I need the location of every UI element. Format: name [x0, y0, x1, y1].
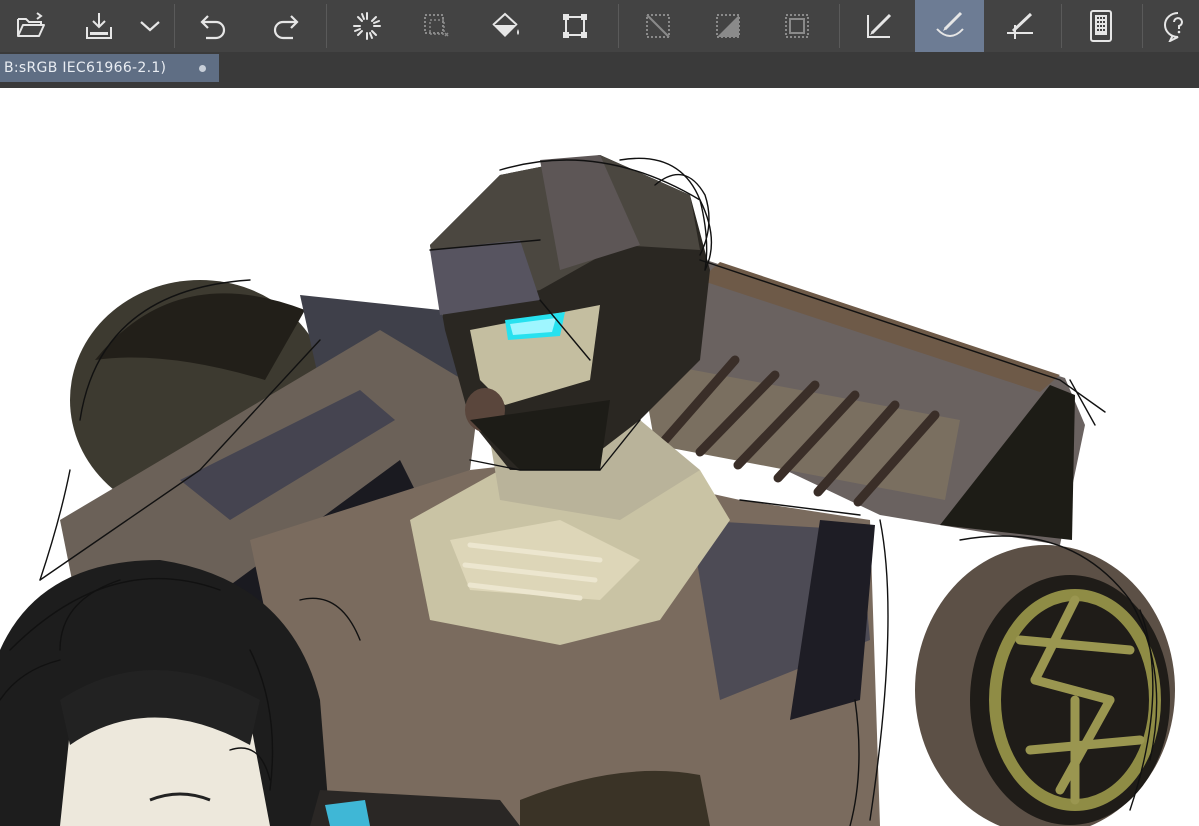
- dotted-selection-icon: [424, 14, 449, 37]
- toolbar-divider: [839, 4, 840, 48]
- more-dropdown-button[interactable]: [134, 0, 166, 52]
- redo-icon: [273, 15, 299, 40]
- toolbar-divider: [1061, 4, 1062, 48]
- toolbar-divider: [618, 4, 619, 48]
- redo-button[interactable]: [262, 0, 308, 52]
- snap-to-special-ruler-button[interactable]: [915, 0, 984, 52]
- document-tab[interactable]: B:sRGB IEC61966-2.1): [0, 54, 219, 82]
- deselect-button[interactable]: [635, 0, 681, 52]
- chevron-down-icon: [140, 21, 160, 32]
- transform-button[interactable]: [552, 0, 598, 52]
- toolbar-divider: [1142, 4, 1143, 48]
- canvas[interactable]: [0, 88, 1199, 826]
- modified-indicator: [199, 65, 206, 72]
- undo-icon: [200, 15, 226, 40]
- invert-selection-icon: [716, 14, 740, 38]
- save-button[interactable]: [76, 0, 122, 52]
- ruler-snap-icon: [867, 13, 892, 38]
- open-file-button[interactable]: [8, 0, 54, 52]
- snap-to-ruler-button[interactable]: [856, 0, 902, 52]
- snap-to-grid-button[interactable]: [997, 0, 1043, 52]
- device-settings-button[interactable]: [1078, 0, 1124, 52]
- help-button[interactable]: [1160, 0, 1199, 52]
- invert-selection-button[interactable]: [705, 0, 751, 52]
- undo-button[interactable]: [191, 0, 237, 52]
- help-icon: [1164, 12, 1183, 42]
- clear-button[interactable]: [344, 0, 390, 52]
- paint-bucket-icon: [492, 12, 519, 37]
- clear-outside-selection-button[interactable]: [413, 0, 459, 52]
- sparkle-clear-icon: [353, 12, 381, 40]
- tablet-icon: [1090, 10, 1112, 42]
- folder-open-icon: [17, 12, 45, 37]
- save-icon: [86, 13, 112, 39]
- fill-button[interactable]: [483, 0, 529, 52]
- selection-area-icon: [785, 14, 809, 38]
- special-ruler-snap-icon: [935, 11, 964, 37]
- document-tab-title: B:sRGB IEC61966-2.1): [4, 60, 167, 76]
- grid-snap-icon: [1007, 12, 1033, 39]
- show-selection-button[interactable]: [774, 0, 820, 52]
- artwork: [0, 155, 1175, 826]
- deselect-icon: [646, 14, 670, 38]
- command-bar: [0, 0, 1199, 52]
- transform-icon: [563, 14, 587, 38]
- toolbar-divider: [174, 4, 175, 48]
- toolbar-divider: [326, 4, 327, 48]
